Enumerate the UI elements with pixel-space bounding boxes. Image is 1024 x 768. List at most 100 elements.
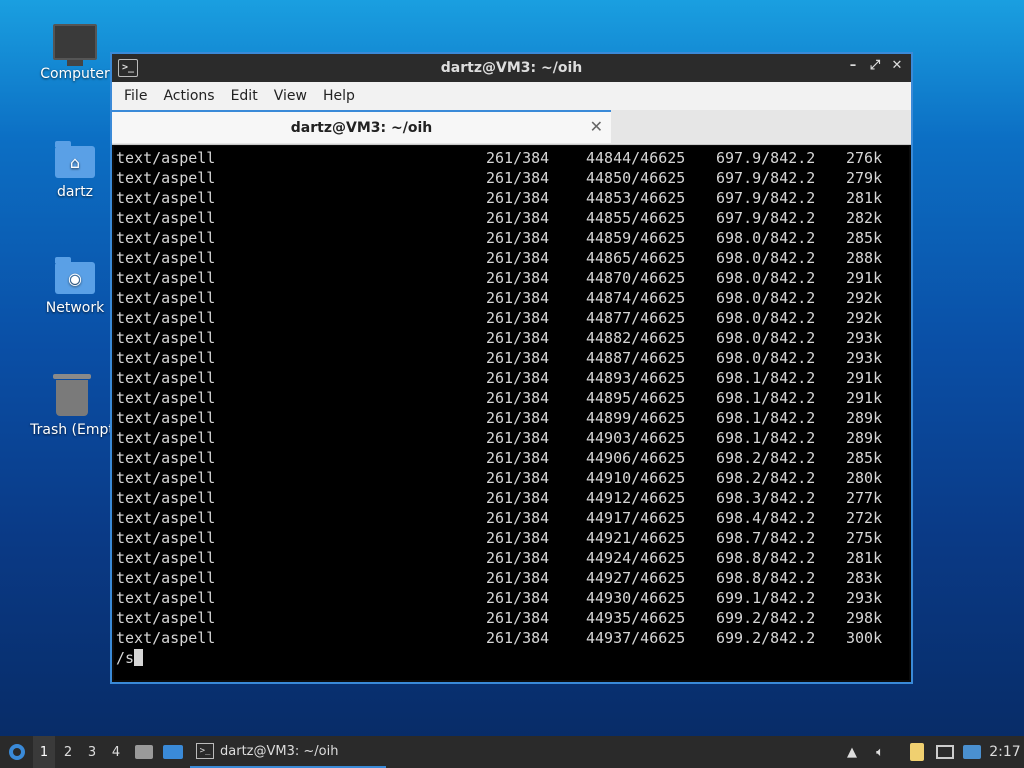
terminal-line: text/aspell 261/384 44874/46625 698.0/842.2…: [114, 288, 909, 308]
terminal-line: text/aspell 261/384 44937/46625 699.2/842.2…: [114, 628, 909, 648]
terminal-line: text/aspell 261/384 44853/46625 697.9/842.2…: [114, 188, 909, 208]
desktop-icon-label: Trash (Empt: [30, 422, 114, 438]
mime-type-cell: text/aspell: [116, 349, 216, 367]
file-count-cell: 261/384: [486, 549, 550, 567]
size-cell: 698.7/842.2: [716, 529, 816, 547]
package-count-cell: 44917/46625: [586, 509, 686, 527]
mime-type-cell: text/aspell: [116, 429, 216, 447]
menu-edit[interactable]: Edit: [223, 88, 266, 104]
speed-cell: 272k: [846, 509, 883, 527]
file-count-cell: 261/384: [486, 509, 550, 527]
terminal-line: text/aspell 261/384 44910/46625 698.2/842.2…: [114, 468, 909, 488]
start-menu-button[interactable]: [4, 736, 30, 768]
menu-view[interactable]: View: [266, 88, 315, 104]
speed-cell: 289k: [846, 409, 883, 427]
file-count-cell: 261/384: [486, 529, 550, 547]
terminal-line: text/aspell 261/384 44899/46625 698.1/842.2…: [114, 408, 909, 428]
volume-icon[interactable]: 🔈︎: [870, 736, 890, 768]
package-count-cell: 44874/46625: [586, 289, 686, 307]
menu-help[interactable]: Help: [315, 88, 363, 104]
file-count-cell: 261/384: [486, 609, 550, 627]
size-cell: 698.8/842.2: [716, 549, 816, 567]
menu-bar: File Actions Edit View Help: [112, 82, 911, 110]
file-count-cell: 261/384: [486, 569, 550, 587]
size-cell: 699.1/842.2: [716, 589, 816, 607]
upload-icon[interactable]: ▲: [843, 736, 861, 768]
size-cell: 698.0/842.2: [716, 329, 816, 347]
update-notifier-icon[interactable]: [961, 736, 983, 768]
clipboard-icon[interactable]: [906, 736, 928, 768]
workspace-2[interactable]: 2: [57, 736, 79, 768]
package-count-cell: 44910/46625: [586, 469, 686, 487]
size-cell: 697.9/842.2: [716, 209, 816, 227]
minimize-button[interactable]: –: [845, 58, 861, 73]
size-cell: 698.0/842.2: [716, 309, 816, 327]
tab-close-icon[interactable]: ✕: [590, 117, 603, 136]
close-button[interactable]: ✕: [889, 58, 905, 73]
desktop-icon-network[interactable]: ◉ Network: [27, 257, 123, 316]
mime-type-cell: text/aspell: [116, 589, 216, 607]
maximize-button[interactable]: ⤢: [867, 58, 883, 73]
trash-icon: [53, 374, 91, 416]
size-cell: 699.2/842.2: [716, 629, 816, 647]
speed-cell: 292k: [846, 289, 883, 307]
network-icon[interactable]: [934, 736, 956, 768]
terminal-line: text/aspell 261/384 44887/46625 698.0/842.2…: [114, 348, 909, 368]
file-count-cell: 261/384: [486, 209, 550, 227]
speed-cell: 292k: [846, 309, 883, 327]
package-count-cell: 44912/46625: [586, 489, 686, 507]
mime-type-cell: text/aspell: [116, 329, 216, 347]
workspace-1[interactable]: 1: [33, 736, 55, 768]
terminal-output[interactable]: text/aspell 261/384 44844/46625 697.9/842.2…: [114, 146, 909, 680]
size-cell: 697.9/842.2: [716, 149, 816, 167]
file-count-cell: 261/384: [486, 289, 550, 307]
terminal-line: text/aspell 261/384 44917/46625 698.4/842.2…: [114, 508, 909, 528]
desktop-icon-trash[interactable]: Trash (Empt: [22, 374, 122, 438]
size-cell: 698.3/842.2: [716, 489, 816, 507]
speed-cell: 293k: [846, 329, 883, 347]
package-count-cell: 44921/46625: [586, 529, 686, 547]
size-cell: 698.1/842.2: [716, 389, 816, 407]
workspace-3[interactable]: 3: [81, 736, 103, 768]
speed-cell: 300k: [846, 629, 883, 647]
workspace-4[interactable]: 4: [105, 736, 127, 768]
size-cell: 698.0/842.2: [716, 289, 816, 307]
terminal-line: text/aspell 261/384 44924/46625 698.8/842.2…: [114, 548, 909, 568]
file-manager-icon: [135, 745, 153, 759]
file-count-cell: 261/384: [486, 409, 550, 427]
window-titlebar[interactable]: >_ dartz@VM3: ~/oih – ⤢ ✕: [112, 54, 911, 82]
file-count-cell: 261/384: [486, 429, 550, 447]
menu-actions[interactable]: Actions: [155, 88, 222, 104]
package-count-cell: 44870/46625: [586, 269, 686, 287]
menu-file[interactable]: File: [116, 88, 155, 104]
prompt-text: /s: [116, 649, 135, 667]
terminal-line: text/aspell 261/384 44903/46625 698.1/842.2…: [114, 428, 909, 448]
tab-terminal[interactable]: dartz@VM3: ~/oih ✕: [112, 110, 611, 143]
package-count-cell: 44859/46625: [586, 229, 686, 247]
terminal-line: text/aspell 261/384 44893/46625 698.1/842.2…: [114, 368, 909, 388]
desktop-icon-dartz[interactable]: ⌂ dartz: [27, 141, 123, 200]
package-count-cell: 44893/46625: [586, 369, 686, 387]
taskbar-task-terminal[interactable]: >_ dartz@VM3: ~/oih: [190, 736, 386, 768]
package-count-cell: 44882/46625: [586, 329, 686, 347]
desktop-icon-computer[interactable]: Computer: [27, 24, 123, 82]
mime-type-cell: text/aspell: [116, 209, 216, 227]
mime-type-cell: text/aspell: [116, 509, 216, 527]
package-count-cell: 44935/46625: [586, 609, 686, 627]
show-desktop-icon: [163, 745, 183, 759]
mime-type-cell: text/aspell: [116, 269, 216, 287]
mime-type-cell: text/aspell: [116, 609, 216, 627]
speed-cell: 285k: [846, 229, 883, 247]
quicklaunch-file-manager[interactable]: [134, 736, 154, 768]
quicklaunch-desktop[interactable]: [162, 736, 184, 768]
clock[interactable]: 2:17: [988, 736, 1022, 768]
speed-cell: 293k: [846, 349, 883, 367]
package-count-cell: 44865/46625: [586, 249, 686, 267]
mime-type-cell: text/aspell: [116, 189, 216, 207]
file-count-cell: 261/384: [486, 149, 550, 167]
terminal-line: text/aspell 261/384 44877/46625 698.0/842.2…: [114, 308, 909, 328]
file-count-cell: 261/384: [486, 449, 550, 467]
mime-type-cell: text/aspell: [116, 309, 216, 327]
file-count-cell: 261/384: [486, 329, 550, 347]
mime-type-cell: text/aspell: [116, 489, 216, 507]
